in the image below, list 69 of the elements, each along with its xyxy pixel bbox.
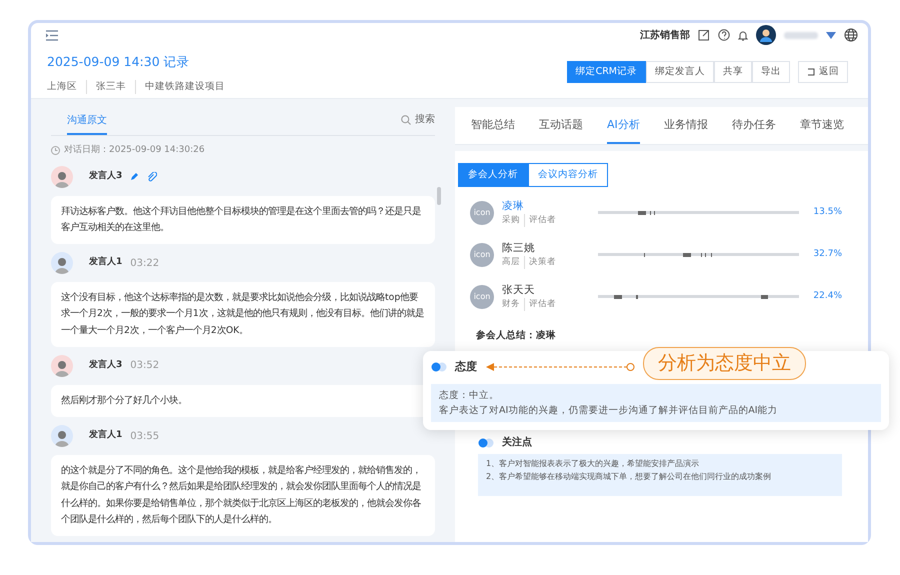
search-icon [401,114,411,124]
tab[interactable]: 待办任务 [732,107,776,144]
avatar-icon[interactable] [756,25,776,45]
conversation-date: 对话日期：2025-09-09 14:30:26 [64,144,205,157]
callout-label: 分析为态度中立 [643,347,806,380]
department-name: 江苏销售部 [640,28,690,42]
message-time: 03:52 [130,359,160,374]
message-time: 03:22 [130,256,160,271]
summary-title: 参会人总结：凌琳 [476,328,557,343]
scrollbar-thumb[interactable] [437,187,441,205]
action-button[interactable]: 绑定CRM记录 [566,61,646,84]
participant-tag: 采购 [502,214,524,227]
help-icon[interactable] [718,29,730,41]
tab[interactable]: 章节速览 [800,107,844,144]
focus-point: 1、客户对智能报表表示了极大的兴趣，希望能安排产品演示 [486,458,700,470]
blurred-name [784,32,818,38]
record-title: 2025-09-09 14:30 记录 [47,53,191,71]
back-button[interactable]: 返回 [798,61,848,84]
message-text: 这个没有目标，他这个达标率指的是次数，就是要求比如说他会分级，比如说战略top他要求一个月2次，一般的要求一个月1次，这就是他的他只有规则，他没有目标。他们讲的就是一个量大一个月2次，一个客户一个月2次OK。 [51,282,435,347]
attitude-text: 客户表达了对AI功能的兴趣，仍需要进一步沟通了解并评估目前产品的AI能力 [439,404,779,418]
message-text: 的这个就是分了不同的角色。这个是他给我的模板，就是给客户经理发的，就给销售发的，就是你自己的客户有什么？然后如果是给团队经理发的，就会发你团队里面每个人的情况是什么样的。如果你要是给销售单位，那个就类似于北京区上海区的老板发的，他就会发你各个团队是什么样的，然后每个团队下的人是什么样的。 [51,455,435,536]
message-text: 拜访达标客户数。他这个拜访目他他整个目标模块的管理是在这个里面去管的吗？还是只是客户互动相关的在这里他。 [51,196,435,244]
tab[interactable]: 参会人分析 [458,162,528,187]
speaker-name: 发言人1 [89,429,122,442]
participant-name: 张天天 [502,282,536,298]
bell-icon[interactable] [738,30,748,40]
return-icon [807,68,815,76]
action-button[interactable]: 共享 [714,61,752,84]
tab[interactable]: 互动话题 [539,107,583,144]
participant-share: 32.7% [813,248,842,261]
record-tag: 上海区 [47,80,86,94]
participant-avatar: icon [470,242,494,267]
focus-point: 2、客户希望能够在移动端实现商城下单，想要了解公司在他们同行业的成功案例 [486,470,772,483]
clock-icon [51,146,60,156]
participant-tag: 财务 [502,298,524,311]
participant-tag: 评估者 [524,298,560,311]
tab[interactable]: AI分析 [607,107,640,144]
participant-share: 22.4% [813,290,842,303]
record-tag: 中建铁路建设项目 [135,80,234,94]
tab[interactable]: 会议内容分析 [528,162,608,187]
message-time: 03:55 [130,430,160,444]
speaker-name: 发言人3 [89,170,122,183]
speaker-name: 发言人1 [89,256,122,270]
caret-icon[interactable] [826,32,836,38]
pen-icon[interactable] [130,172,140,181]
attitude-text: 态度：中立。 [439,388,500,402]
link-icon[interactable] [147,172,158,182]
action-button[interactable]: 绑定发言人 [646,61,714,84]
globe-icon[interactable] [844,28,858,42]
action-button[interactable]: 导出 [752,61,790,84]
participant-tag: 评估者 [524,214,560,227]
tab[interactable]: 智能总结 [471,107,515,144]
search-button[interactable]: 搜索 [401,112,435,135]
record-tag: 张三丰 [86,80,135,94]
participant-tag: 高层 [502,256,524,269]
participant-avatar: icon [470,200,494,225]
toggle-icon [478,438,494,448]
toggle-icon [431,362,447,372]
tab[interactable]: 业务情报 [664,107,708,144]
participant-avatar: icon [470,284,494,309]
participant-name[interactable]: 凌琳 [502,198,572,214]
section-title: 关注点 [502,435,532,450]
menu-icon[interactable] [45,30,59,40]
participant-tag: 决策者 [524,256,560,269]
edit-icon[interactable] [698,29,710,41]
speaker-name: 发言人3 [89,359,122,372]
section-title: 态度 [455,359,477,375]
participant-name: 陈三姚 [502,240,536,256]
participant-share: 13.5% [813,206,842,219]
